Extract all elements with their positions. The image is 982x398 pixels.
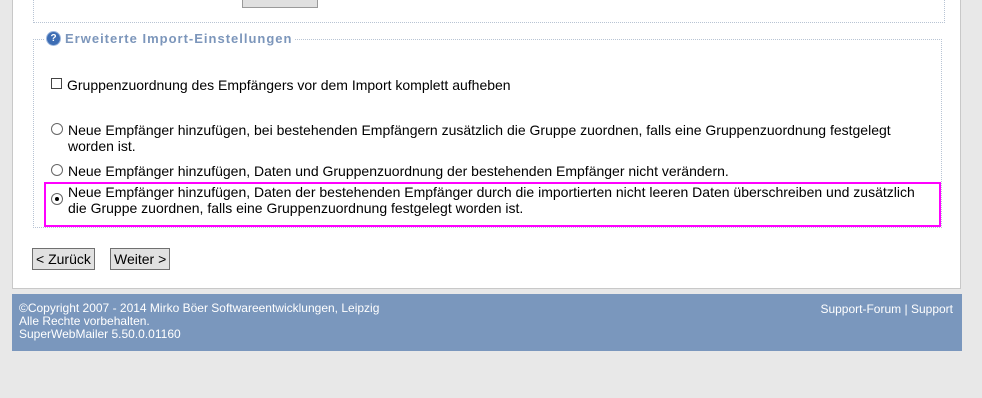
footer-separator: | — [904, 302, 908, 316]
remove-group-option[interactable]: Gruppenzuordnung des Empfängers vor dem … — [51, 77, 511, 93]
back-button[interactable]: < Zurück — [32, 248, 95, 270]
footer-links: Support-Forum | Support — [820, 302, 953, 316]
support-link[interactable]: Support — [911, 302, 953, 316]
version-text: SuperWebMailer 5.50.0.01160 — [19, 327, 181, 341]
content-panel: ? Erweiterte Import-Einstellungen Gruppe… — [12, 0, 961, 289]
previous-button-fragment[interactable] — [242, 0, 318, 8]
remove-group-checkbox[interactable] — [51, 78, 62, 89]
import-option-1[interactable]: Neue Empfänger hinzufügen, bei bestehend… — [51, 122, 918, 154]
import-option-2[interactable]: Neue Empfänger hinzufügen, Daten und Gru… — [51, 163, 918, 179]
selected-option-highlight — [44, 182, 941, 227]
help-icon[interactable]: ? — [47, 32, 60, 45]
next-button[interactable]: Weiter > — [110, 248, 171, 270]
support-forum-link[interactable]: Support-Forum — [820, 302, 901, 316]
import-option-2-label: Neue Empfänger hinzufügen, Daten und Gru… — [68, 163, 729, 179]
fieldset-legend: ? Erweiterte Import-Einstellungen — [44, 31, 296, 46]
import-option-1-label: Neue Empfänger hinzufügen, bei bestehend… — [68, 122, 891, 154]
legend-title: Erweiterte Import-Einstellungen — [65, 31, 293, 46]
footer: ©Copyright 2007 - 2014 Mirko Böer Softwa… — [12, 294, 962, 351]
import-option-1-radio[interactable] — [51, 123, 63, 135]
remove-group-label: Gruppenzuordnung des Empfängers vor dem … — [67, 77, 511, 93]
previous-fieldset — [33, 0, 945, 23]
footer-info: ©Copyright 2007 - 2014 Mirko Böer Softwa… — [19, 302, 379, 341]
import-option-2-radio[interactable] — [51, 164, 63, 176]
